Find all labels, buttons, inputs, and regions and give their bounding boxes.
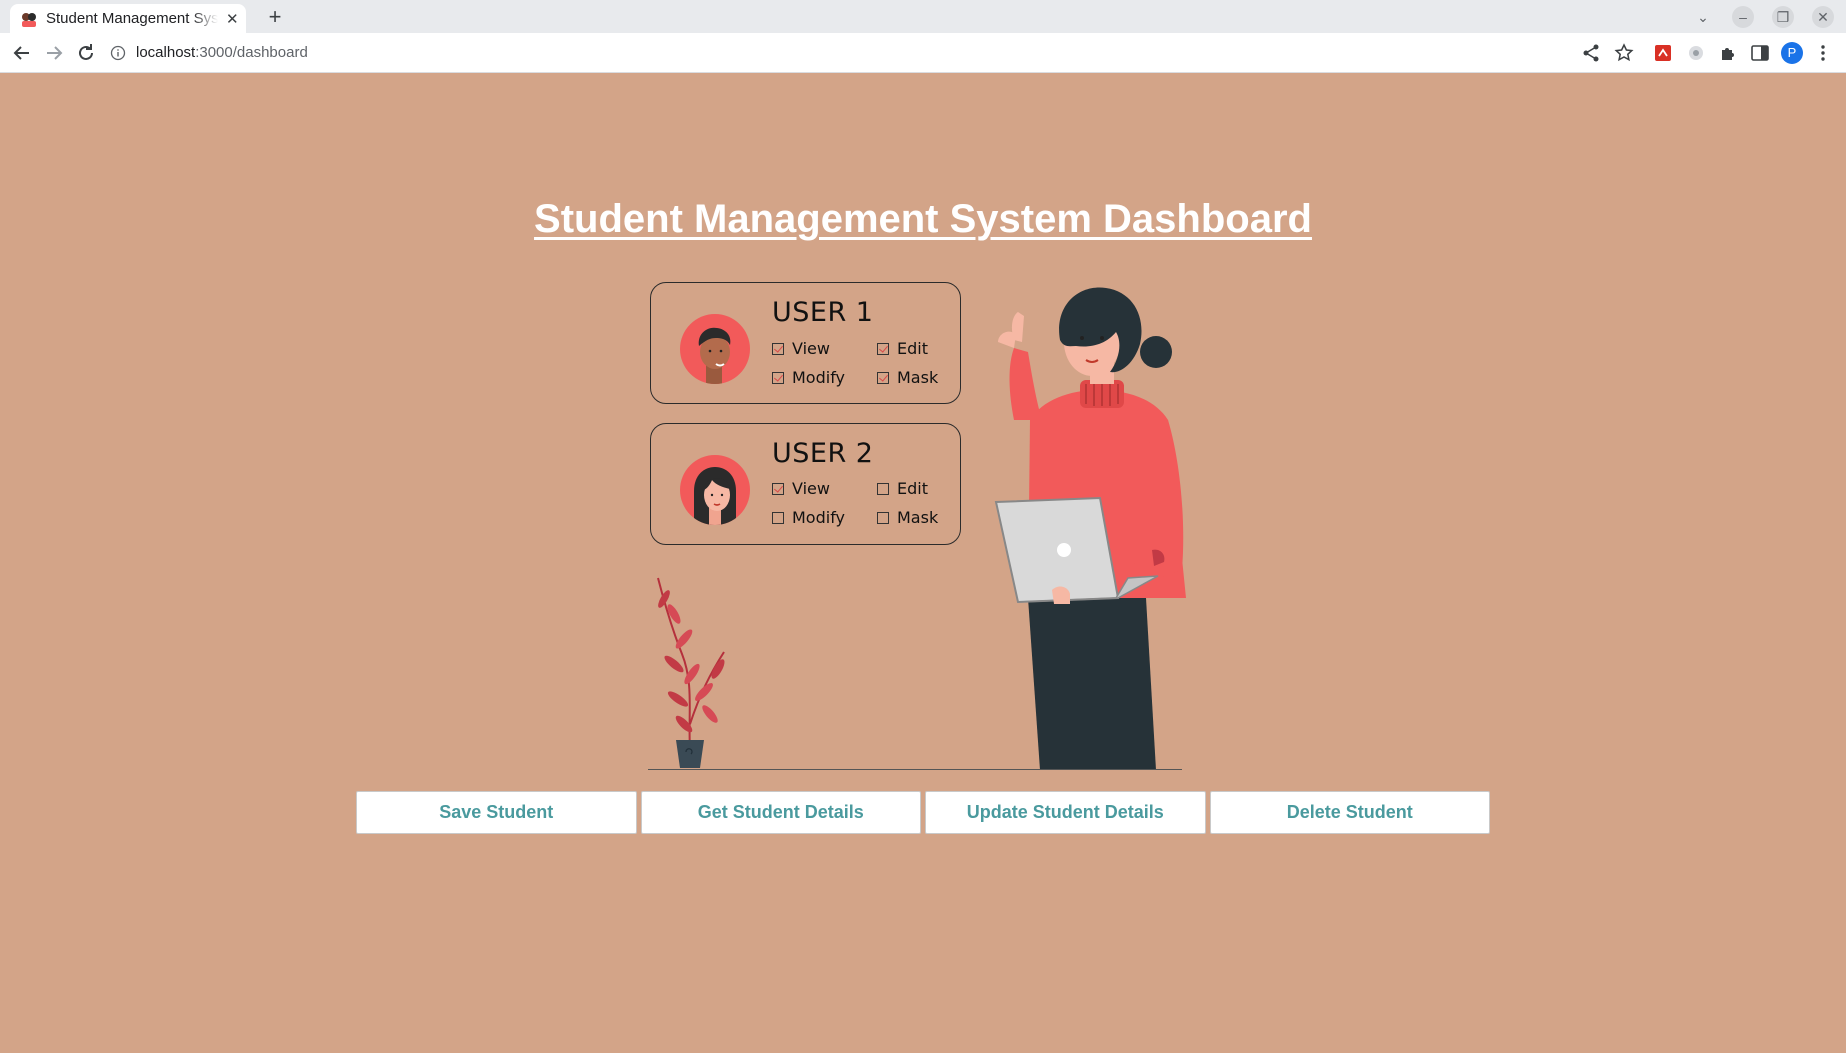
user-1-avatar xyxy=(680,314,750,384)
site-info-icon[interactable] xyxy=(110,45,126,61)
tab-search-chevron-icon[interactable]: ⌄ xyxy=(1692,6,1714,28)
user-2-view-checkbox[interactable] xyxy=(772,482,784,495)
tab-close-icon[interactable]: ✕ xyxy=(226,10,239,28)
browser-toolbar: localhost:3000/dashboard P xyxy=(0,33,1846,73)
action-buttons: Save Student Get Student Details Update … xyxy=(356,791,1490,834)
back-arrow-icon[interactable] xyxy=(10,41,34,65)
user-card-1: USER 1 View Edit Modify Mask xyxy=(650,282,961,404)
user-2-perm-modify[interactable]: Modify xyxy=(772,508,845,527)
user-2-perm-view[interactable]: View xyxy=(772,479,830,498)
app-favicon-icon xyxy=(22,12,36,27)
user-2-perm-edit[interactable]: Edit xyxy=(877,479,928,498)
extensions-puzzle-icon[interactable] xyxy=(1717,42,1739,64)
perm-label: View xyxy=(792,479,830,498)
minimize-window-button[interactable]: – xyxy=(1732,6,1754,28)
user-1-mask-checkbox[interactable] xyxy=(877,371,889,384)
user-2-edit-checkbox[interactable] xyxy=(877,482,889,495)
user-2-perm-mask[interactable]: Mask xyxy=(877,508,938,527)
user-1-name: USER 1 xyxy=(772,297,874,328)
update-student-details-button[interactable]: Update Student Details xyxy=(925,791,1206,834)
extension-red-icon[interactable] xyxy=(1652,42,1674,64)
floor-line xyxy=(648,769,1182,770)
user-1-perm-mask[interactable]: Mask xyxy=(877,368,938,387)
tab-title: Student Management System Dashboard xyxy=(46,10,218,27)
user-2-name: USER 2 xyxy=(772,438,874,469)
user-2-modify-checkbox[interactable] xyxy=(772,511,784,524)
share-icon[interactable] xyxy=(1580,42,1602,64)
user-2-avatar xyxy=(680,455,750,525)
woman-with-laptop-illustration xyxy=(994,287,1186,770)
plant-illustration xyxy=(657,577,725,768)
perm-label: Mask xyxy=(897,368,939,387)
perm-label: View xyxy=(792,339,830,358)
user-1-perm-view[interactable]: View xyxy=(772,339,830,358)
page-title: Student Management System Dashboard xyxy=(534,197,1312,241)
perm-label: Modify xyxy=(792,508,846,527)
perm-label: Modify xyxy=(792,368,846,387)
user-1-modify-checkbox[interactable] xyxy=(772,371,784,384)
side-panel-icon[interactable] xyxy=(1749,42,1771,64)
forward-arrow-icon[interactable] xyxy=(42,41,66,65)
restore-window-button[interactable]: ❐ xyxy=(1772,6,1794,28)
extension-gray-icon[interactable] xyxy=(1685,42,1707,64)
user-card-2: USER 2 View Edit Modify Mask xyxy=(650,423,961,545)
new-tab-button[interactable]: + xyxy=(262,4,288,30)
profile-avatar[interactable]: P xyxy=(1781,42,1803,64)
url-path: :3000/dashboard xyxy=(195,44,308,61)
perm-label: Mask xyxy=(897,508,939,527)
user-1-perm-edit[interactable]: Edit xyxy=(877,339,928,358)
browser-tab-bar: Student Management System Dashboard ✕ + … xyxy=(0,0,1846,33)
bookmark-star-icon[interactable] xyxy=(1613,42,1635,64)
more-menu-icon[interactable] xyxy=(1812,42,1834,64)
get-student-details-button[interactable]: Get Student Details xyxy=(640,791,921,834)
url-host: localhost xyxy=(136,44,196,61)
user-1-perm-modify[interactable]: Modify xyxy=(772,368,845,387)
save-student-button[interactable]: Save Student xyxy=(356,791,637,834)
reload-icon[interactable] xyxy=(74,41,98,65)
perm-label: Edit xyxy=(897,339,928,358)
browser-tab[interactable]: Student Management System Dashboard ✕ xyxy=(10,4,246,33)
user-1-view-checkbox[interactable] xyxy=(772,342,784,355)
address-bar[interactable]: localhost:3000/dashboard xyxy=(110,37,1580,68)
user-2-mask-checkbox[interactable] xyxy=(877,511,889,524)
close-window-button[interactable]: ✕ xyxy=(1812,6,1834,28)
perm-label: Edit xyxy=(897,479,928,498)
delete-student-button[interactable]: Delete Student xyxy=(1209,791,1490,834)
user-1-edit-checkbox[interactable] xyxy=(877,342,889,355)
